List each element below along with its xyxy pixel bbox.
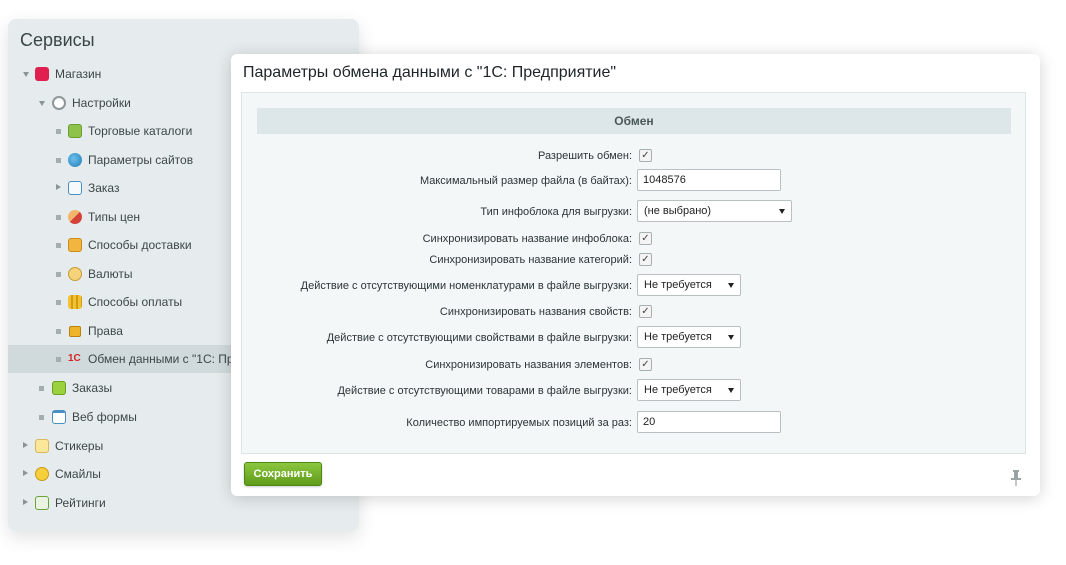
- row-sync-element-names: Синхронизировать названия элементов: ✓: [242, 353, 1027, 377]
- row-sync-category-name: Синхронизировать название категорий: ✓: [242, 248, 1027, 272]
- shop-icon: [35, 67, 49, 81]
- chevron-down-icon: [779, 209, 785, 214]
- page-title: Параметры обмена данными с "1С: Предприя…: [243, 64, 617, 81]
- select-value: Не требуется: [644, 384, 712, 396]
- import-batch-size-input[interactable]: 20: [637, 411, 781, 433]
- sidebar-item-label: Стикеры: [55, 439, 104, 453]
- 1c-icon: 1С: [68, 353, 81, 364]
- sidebar-item-label: Настройки: [72, 96, 131, 110]
- sync-property-names-checkbox[interactable]: ✓: [639, 305, 652, 318]
- sidebar-item-label: Веб формы: [72, 410, 137, 424]
- allow-exchange-checkbox[interactable]: ✓: [639, 149, 652, 162]
- sidebar-item-label: Торговые каталоги: [88, 124, 193, 138]
- sidebar-item-label: Валюты: [88, 267, 133, 281]
- chevron-right-icon[interactable]: [23, 499, 28, 505]
- bullet: [56, 329, 61, 334]
- bullet: [56, 300, 61, 305]
- field-label: Синхронизировать название категорий:: [429, 254, 632, 266]
- sync-iblock-name-checkbox[interactable]: ✓: [639, 232, 652, 245]
- sidebar-item-label: Параметры сайтов: [88, 153, 194, 167]
- field-label: Действие с отсутствующими свойствами в ф…: [326, 332, 632, 344]
- sidebar-item-label: Обмен данными с "1С: Предп: [88, 352, 254, 366]
- lock-icon: [69, 326, 81, 337]
- save-button[interactable]: Сохранить: [244, 462, 322, 486]
- pin-icon[interactable]: [1011, 470, 1021, 486]
- missing-nomenclature-select[interactable]: Не требуется: [637, 274, 741, 296]
- order-icon: [68, 181, 82, 195]
- field-label: Количество импортируемых позиций за раз:: [406, 417, 632, 429]
- sidebar-item-label: Типы цен: [88, 210, 141, 224]
- field-label: Синхронизировать названия элементов:: [425, 359, 632, 371]
- sidebar-item-label: Магазин: [55, 67, 102, 81]
- catalog-icon: [68, 124, 82, 138]
- row-import-batch-size: Количество импортируемых позиций за раз:…: [242, 411, 1027, 435]
- sync-element-names-checkbox[interactable]: ✓: [639, 358, 652, 371]
- bullet: [39, 415, 44, 420]
- missing-goods-select[interactable]: Не требуется: [637, 379, 741, 401]
- sync-category-name-checkbox[interactable]: ✓: [639, 253, 652, 266]
- web-forms-icon: [52, 410, 66, 424]
- bullet: [56, 215, 61, 220]
- field-label: Разрешить обмен:: [537, 150, 632, 162]
- section-header: Обмен: [257, 108, 1011, 134]
- orders-bag-icon: [52, 381, 66, 395]
- bullet: [56, 357, 61, 362]
- currency-icon: [68, 267, 82, 281]
- sidebar-item-label: Смайлы: [55, 467, 101, 481]
- field-label: Действие с отсутствующими номенклатурами…: [300, 280, 632, 292]
- field-label: Тип инфоблока для выгрузки:: [480, 206, 632, 218]
- row-missing-goods: Действие с отсутствующими товарами в фай…: [242, 379, 1027, 403]
- field-label: Действие с отсутствующими товарами в фай…: [337, 385, 632, 397]
- chevron-right-icon[interactable]: [23, 442, 28, 448]
- payment-icon: [68, 295, 82, 309]
- max-file-size-input[interactable]: 1048576: [637, 169, 781, 191]
- chevron-down-icon: [728, 335, 734, 340]
- row-missing-nomenclature: Действие с отсутствующими номенклатурами…: [242, 274, 1027, 298]
- rating-icon: [35, 496, 49, 510]
- sidebar-item-label: Права: [88, 324, 123, 338]
- sidebar-item-label: Рейтинги: [55, 496, 106, 510]
- sidebar-item-label: Заказ: [88, 181, 120, 195]
- smiley-icon: [35, 467, 49, 481]
- globe-icon: [68, 153, 82, 167]
- field-label: Максимальный размер файла (в байтах):: [419, 175, 632, 187]
- row-iblock-type: Тип инфоблока для выгрузки: (не выбрано): [242, 200, 1027, 224]
- bullet: [39, 386, 44, 391]
- row-allow-exchange: Разрешить обмен: ✓: [242, 144, 1027, 168]
- chevron-down-icon[interactable]: [23, 72, 29, 77]
- bullet: [56, 272, 61, 277]
- chevron-right-icon[interactable]: [56, 184, 61, 190]
- chevron-right-icon[interactable]: [23, 470, 28, 476]
- row-max-file-size: Максимальный размер файла (в байтах): 10…: [242, 169, 1027, 193]
- exchange-settings-card: Параметры обмена данными с "1С: Предприя…: [231, 54, 1040, 496]
- field-label: Синхронизировать названия свойств:: [439, 306, 632, 318]
- chevron-down-icon[interactable]: [39, 101, 45, 106]
- missing-properties-select[interactable]: Не требуется: [637, 326, 741, 348]
- bullet: [56, 158, 61, 163]
- settings-form: Обмен Разрешить обмен: ✓ Максимальный ра…: [241, 92, 1026, 454]
- sidebar-item-label: Способы оплаты: [88, 295, 183, 309]
- row-sync-property-names: Синхронизировать названия свойств: ✓: [242, 300, 1027, 324]
- iblock-type-select[interactable]: (не выбрано): [637, 200, 792, 222]
- select-value: (не выбрано): [644, 205, 712, 217]
- sidebar-item-label: Заказы: [72, 381, 113, 395]
- price-types-icon: [68, 210, 82, 224]
- sidebar-title: Сервисы: [20, 30, 95, 50]
- gear-icon: [52, 96, 66, 110]
- bullet: [56, 243, 61, 248]
- chevron-down-icon: [728, 283, 734, 288]
- select-value: Не требуется: [644, 331, 712, 343]
- row-missing-properties: Действие с отсутствующими свойствами в ф…: [242, 326, 1027, 350]
- select-value: Не требуется: [644, 279, 712, 291]
- chevron-down-icon: [728, 388, 734, 393]
- bullet: [56, 129, 61, 134]
- sidebar-item-label: Способы доставки: [88, 238, 192, 252]
- delivery-box-icon: [68, 238, 82, 252]
- sticker-icon: [35, 439, 49, 453]
